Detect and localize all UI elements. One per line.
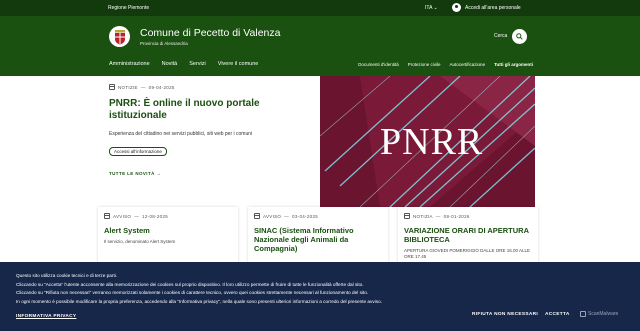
cookie-text: Questo sito utilizza cookie tecnici e di… bbox=[16, 272, 382, 306]
card-title[interactable]: Alert System bbox=[104, 226, 232, 235]
arrow-right-icon: → bbox=[156, 171, 162, 176]
privacy-policy-link[interactable]: INFORMATIVA PRIVACY bbox=[16, 314, 76, 319]
card-date: 03-04-2025 bbox=[292, 213, 319, 219]
nav-item-autocertificazione[interactable]: Autocertificazione bbox=[450, 62, 486, 67]
site-subtitle: Provincia di Alessandria bbox=[140, 41, 188, 46]
nav-item-documenti-identita[interactable]: Documenti d'identità bbox=[358, 62, 399, 67]
language-label: ITA bbox=[425, 5, 433, 11]
all-news-label: TUTTE LE NOVITÀ bbox=[109, 171, 155, 176]
cookie-line: Questo sito utilizza cookie tecnici e di… bbox=[16, 273, 118, 278]
calendar-icon bbox=[109, 84, 115, 90]
all-news-link[interactable]: TUTTE LE NOVITÀ → bbox=[109, 171, 309, 176]
hero-date: 09-04-2025 bbox=[148, 84, 175, 90]
meta-separator: — bbox=[140, 84, 146, 90]
cookie-line: Cliccando su "Rifiuta non necessari" ver… bbox=[16, 290, 369, 296]
crest-icon bbox=[114, 29, 125, 44]
hero-meta: NOTIZIE — 09-04-2025 bbox=[109, 84, 309, 90]
user-icon bbox=[452, 3, 461, 12]
meta-separator: — bbox=[134, 213, 140, 219]
card-title[interactable]: SINAC (Sistema Informativo Nazionale deg… bbox=[254, 226, 382, 253]
hero-category: NOTIZIE bbox=[118, 84, 138, 90]
topic-chip[interactable]: Accessi all'informazione bbox=[109, 147, 167, 156]
hero-news: NOTIZIE — 09-04-2025 PNRR: È online il n… bbox=[109, 84, 309, 176]
cookie-line: In ogni momento è possibile modificare l… bbox=[16, 298, 383, 304]
login-button[interactable]: Accedi all'area personale bbox=[452, 3, 521, 12]
card-description: Il servizio, denominato Alert System bbox=[104, 239, 176, 244]
card-meta: AVVISO — 12-08-2025 bbox=[104, 213, 232, 219]
card-date: 08-01-2026 bbox=[443, 213, 470, 219]
main-nav: Amministrazione Novità Servizi Vivere il… bbox=[109, 61, 270, 67]
nav-item-protezione-civile[interactable]: Protezione civile bbox=[408, 62, 441, 67]
card-meta: AVVISO — 03-04-2025 bbox=[254, 213, 382, 219]
municipal-crest-logo[interactable] bbox=[109, 26, 130, 47]
search-icon bbox=[516, 33, 523, 40]
cookie-line: Cliccando su "Accetta" l'utente acconsen… bbox=[16, 281, 364, 287]
card-category: NOTIZIA bbox=[413, 213, 433, 219]
nav-item-novita[interactable]: Novità bbox=[162, 61, 178, 67]
calendar-icon bbox=[104, 213, 110, 219]
scanmalware-badge[interactable]: ScanMalware bbox=[580, 311, 618, 317]
secondary-nav: Documenti d'identità Protezione civile A… bbox=[349, 62, 533, 67]
calendar-icon bbox=[404, 213, 410, 219]
news-cards: AVVISO — 12-08-2025 Alert System Il serv… bbox=[98, 207, 540, 267]
card-date: 12-08-2025 bbox=[142, 213, 169, 219]
accept-button[interactable]: ACCETTA bbox=[545, 312, 570, 317]
login-label: Accedi all'area personale bbox=[465, 4, 521, 11]
card-category: AVVISO bbox=[263, 213, 282, 219]
hero-description: Esperienza del cittadino nei servizi pub… bbox=[109, 131, 253, 137]
news-card[interactable]: AVVISO — 03-04-2025 SINAC (Sistema Infor… bbox=[248, 207, 388, 267]
meta-separator: — bbox=[435, 213, 441, 219]
hero-image: PNRR bbox=[320, 76, 535, 207]
hero-image-text: PNRR bbox=[380, 121, 484, 163]
hero-title-link[interactable]: PNRR: È online il nuovo portale istituzi… bbox=[109, 98, 309, 122]
language-selector[interactable]: ITA ⌄ bbox=[425, 5, 438, 11]
nav-item-vivere-il-comune[interactable]: Vivere il comune bbox=[218, 61, 259, 67]
nav-item-amministrazione[interactable]: Amministrazione bbox=[109, 61, 150, 67]
news-card[interactable]: AVVISO — 12-08-2025 Alert System Il serv… bbox=[98, 207, 238, 267]
search-button[interactable] bbox=[512, 29, 527, 44]
badge-label: ScanMalware bbox=[588, 311, 619, 317]
card-meta: NOTIZIA — 08-01-2026 bbox=[404, 213, 532, 219]
shield-icon bbox=[580, 311, 586, 317]
meta-separator: — bbox=[284, 213, 290, 219]
nav-item-servizi[interactable]: Servizi bbox=[189, 61, 206, 67]
region-link[interactable]: Regione Piemonte bbox=[108, 5, 149, 11]
news-card[interactable]: NOTIZIA — 08-01-2026 VARIAZIONE ORARI DI… bbox=[398, 207, 538, 267]
top-bar: Regione Piemonte ITA ⌄ Accedi all'area p… bbox=[0, 0, 640, 16]
nav-item-tutti-gli-argomenti[interactable]: Tutti gli argomenti bbox=[494, 62, 533, 67]
cookie-banner: Questo sito utilizza cookie tecnici e di… bbox=[0, 262, 640, 331]
site-header: Comune di Pecetto di Valenza Provincia d… bbox=[0, 16, 640, 76]
card-description: APERTURA GIOVEDI POMERIGGIO DALLE ORE 15… bbox=[404, 248, 530, 259]
site-title[interactable]: Comune di Pecetto di Valenza bbox=[140, 27, 280, 39]
chevron-down-icon: ⌄ bbox=[433, 5, 438, 11]
card-title[interactable]: VARIAZIONE ORARI DI APERTURA BIBLIOTECA bbox=[404, 226, 532, 244]
reject-nonessential-button[interactable]: RIFIUTA NON NECESSARI bbox=[472, 312, 538, 317]
card-category: AVVISO bbox=[113, 213, 132, 219]
search-label: Cerca bbox=[494, 33, 508, 39]
calendar-icon bbox=[254, 213, 260, 219]
